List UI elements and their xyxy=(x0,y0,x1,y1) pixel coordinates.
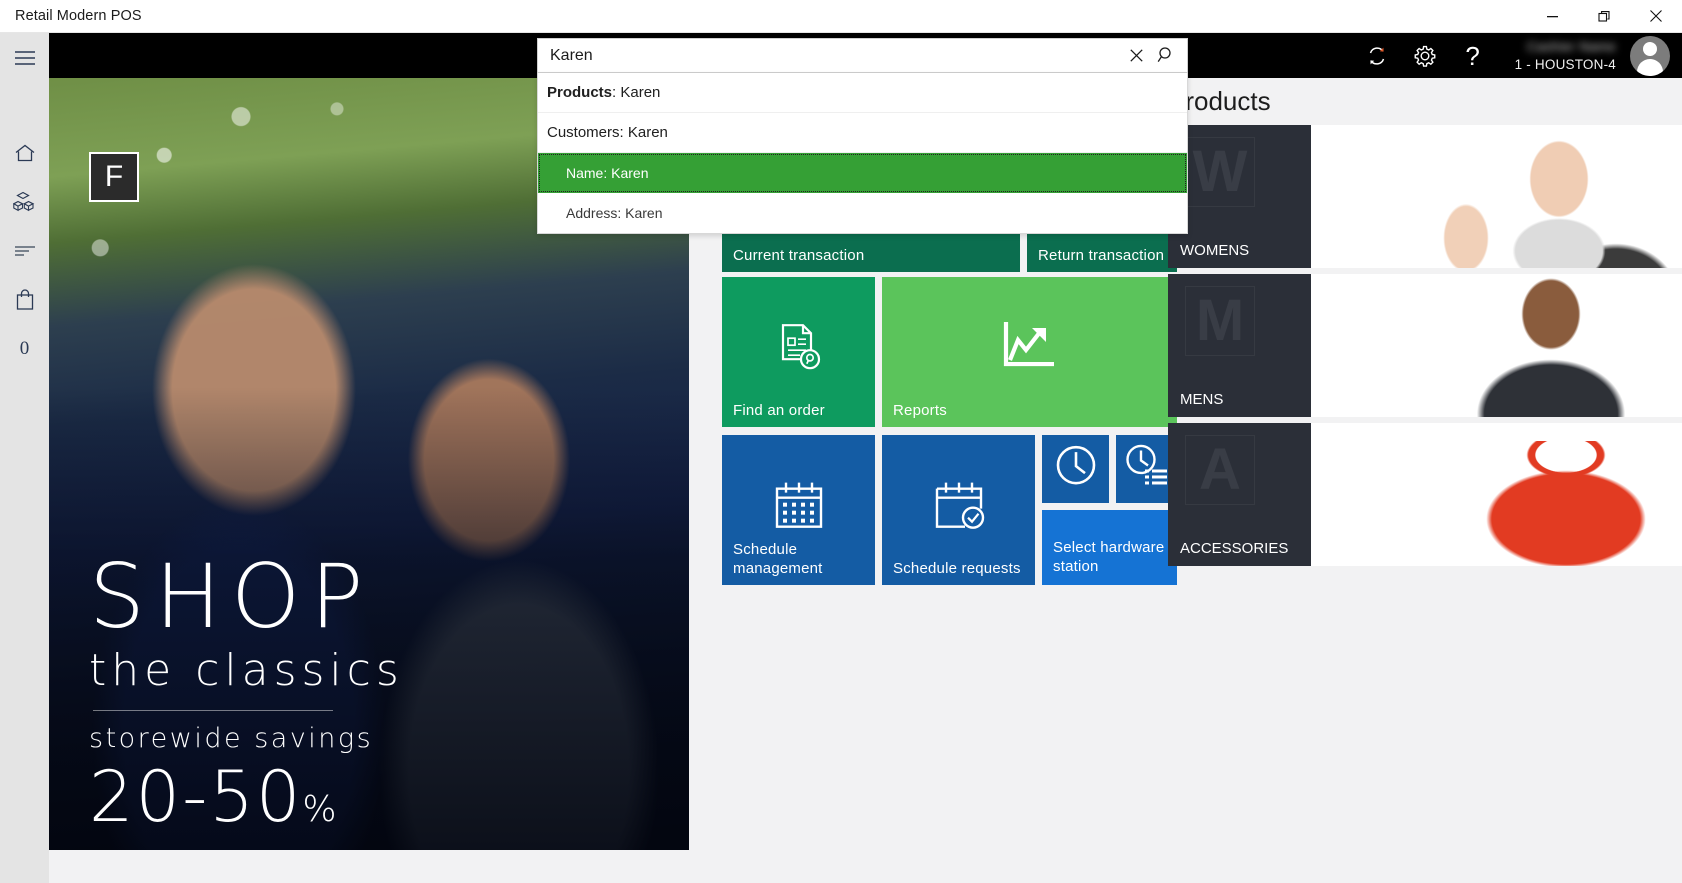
search-icon xyxy=(1157,47,1171,62)
restore-icon xyxy=(1597,10,1610,22)
sync-button[interactable] xyxy=(1353,33,1401,78)
window-titlebar: Retail Modern POS xyxy=(0,0,1682,33)
shopping-bag-icon xyxy=(16,288,33,310)
tile-label: Schedule management xyxy=(733,541,823,577)
product-category-row: W WOMENS xyxy=(1168,125,1682,268)
search-input[interactable] xyxy=(550,46,1121,65)
suggestion-text: : Karen xyxy=(612,84,661,101)
rail-spacer xyxy=(0,82,49,128)
category-letter: W xyxy=(1185,137,1255,207)
suggestion-text: Address: Karen xyxy=(566,205,663,221)
search-area: Products : Karen Customers : Karen Name:… xyxy=(537,38,1188,234)
product-category-mens-image[interactable] xyxy=(1311,274,1682,417)
category-name: MENS xyxy=(1180,391,1224,408)
home-icon xyxy=(15,144,34,161)
category-letter: A xyxy=(1185,435,1255,505)
product-category-womens[interactable]: W WOMENS xyxy=(1168,125,1311,268)
banner-copy: SHOP the classics storewide savings 20-5… xyxy=(89,545,649,838)
suggestion-prefix: Customers xyxy=(547,124,620,141)
tile-label: Schedule requests xyxy=(893,560,1021,577)
clock-icon xyxy=(1042,441,1109,489)
hamburger-menu-icon xyxy=(14,50,35,65)
category-name: ACCESSORIES xyxy=(1180,540,1289,557)
banner-divider xyxy=(93,710,333,711)
left-navigation-rail: 0 xyxy=(0,33,49,883)
tile-time-clock[interactable] xyxy=(1042,435,1109,503)
minimize-button[interactable] xyxy=(1526,0,1578,33)
product-category-accessories[interactable]: A ACCESSORIES xyxy=(1168,423,1311,566)
banner-discount: 20-50% xyxy=(89,756,649,838)
sidebar-item-home[interactable] xyxy=(0,128,49,177)
suggestion-products[interactable]: Products : Karen xyxy=(538,73,1187,113)
find-order-icon xyxy=(722,317,875,377)
tile-reports[interactable]: Reports xyxy=(882,277,1177,427)
product-category-row: A ACCESSORIES xyxy=(1168,423,1682,566)
tile-current-transaction[interactable]: Current transaction xyxy=(722,228,1020,272)
suggestion-prefix: Products xyxy=(547,84,613,101)
product-category-accessories-image[interactable] xyxy=(1311,423,1682,566)
user-name: Cashier Name xyxy=(1526,39,1616,54)
tile-return-transaction[interactable]: Return transaction xyxy=(1027,228,1177,272)
tile-label: Find an order xyxy=(733,402,825,419)
sidebar-item-cart[interactable] xyxy=(0,275,49,324)
category-letter: M xyxy=(1185,286,1255,356)
tile-schedule-management[interactable]: Schedule management xyxy=(722,435,875,585)
user-info[interactable]: Cashier Name 1 - HOUSTON-4 xyxy=(1515,39,1616,72)
close-button[interactable] xyxy=(1630,0,1682,33)
close-icon xyxy=(1129,49,1143,62)
gear-icon xyxy=(1414,45,1436,67)
banner-discount-value: 20-50 xyxy=(89,756,303,838)
help-button[interactable]: ? xyxy=(1449,33,1497,78)
sidebar-item-journal[interactable] xyxy=(0,226,49,275)
tile-schedule-requests[interactable]: Schedule requests xyxy=(882,435,1035,585)
product-category-row: M MENS xyxy=(1168,274,1682,417)
tile-find-an-order[interactable]: Find an order xyxy=(722,277,875,427)
restore-button[interactable] xyxy=(1578,0,1630,33)
suggestion-customer-address[interactable]: Address: Karen xyxy=(538,193,1187,233)
header-actions: ? Cashier Name 1 - HOUSTON-4 xyxy=(1353,33,1682,78)
list-lines-icon xyxy=(14,245,35,256)
tile-label: Return transaction xyxy=(1038,247,1165,264)
tile-label: Current transaction xyxy=(733,247,865,264)
suggestion-customer-name[interactable]: Name: Karen xyxy=(538,153,1187,193)
tile-select-hardware-station[interactable]: Select hardware station xyxy=(1042,510,1177,585)
store-register: 1 - HOUSTON-4 xyxy=(1514,57,1616,72)
product-category-womens-image[interactable] xyxy=(1311,125,1682,268)
brand-logo: F xyxy=(89,152,139,202)
tile-label: Reports xyxy=(893,402,947,419)
window-controls xyxy=(1526,0,1682,33)
product-category-mens[interactable]: M MENS xyxy=(1168,274,1311,417)
avatar[interactable] xyxy=(1630,35,1670,76)
suggestion-customers[interactable]: Customers : Karen xyxy=(538,113,1187,153)
category-name: WOMENS xyxy=(1180,242,1250,259)
window-title: Retail Modern POS xyxy=(15,8,142,24)
suggestion-text: Name: Karen xyxy=(566,165,649,181)
cart-count: 0 xyxy=(19,337,30,359)
help-icon: ? xyxy=(1465,40,1480,71)
search-suggestions: Products : Karen Customers : Karen Name:… xyxy=(537,73,1188,234)
chart-up-icon xyxy=(882,316,1177,378)
search-submit-button[interactable] xyxy=(1151,39,1181,72)
close-icon xyxy=(1650,10,1662,22)
banner-subhead: the classics xyxy=(89,645,404,696)
settings-button[interactable] xyxy=(1401,33,1449,78)
products-panel: Products W WOMENS M MENS A ACCESSORIES xyxy=(1159,78,1682,883)
minimize-icon xyxy=(1546,15,1558,17)
banner-savings-text: storewide savings xyxy=(89,723,374,754)
clear-search-button[interactable] xyxy=(1121,39,1151,72)
search-box[interactable] xyxy=(537,38,1188,73)
tile-label: Select hardware station xyxy=(1053,539,1165,575)
calendar-icon xyxy=(722,479,875,533)
suggestion-text: : Karen xyxy=(619,124,668,141)
sync-icon xyxy=(1369,46,1384,65)
banner-discount-suffix: % xyxy=(302,789,339,830)
banner-headline: SHOP xyxy=(89,545,374,649)
products-boxes-icon xyxy=(12,191,34,211)
calendar-check-icon xyxy=(882,479,1035,533)
sidebar-item-products[interactable] xyxy=(0,177,49,226)
sidebar-item-menu[interactable] xyxy=(0,33,49,82)
